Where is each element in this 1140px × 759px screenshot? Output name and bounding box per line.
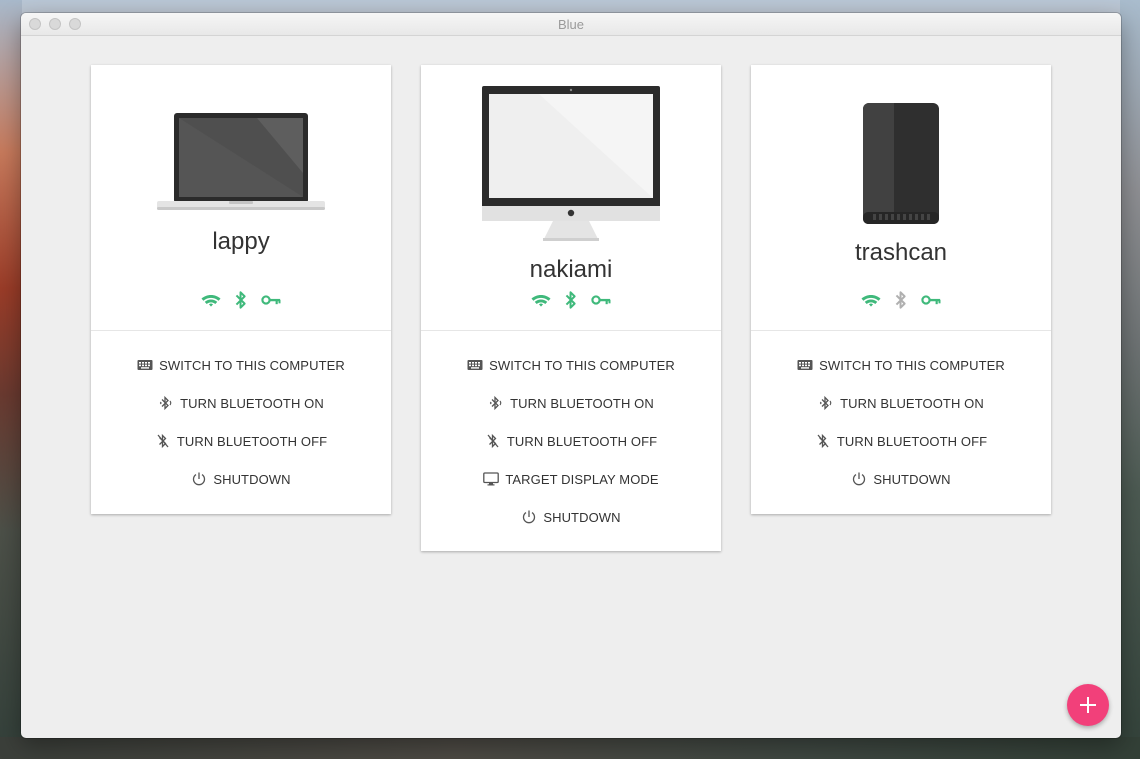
bluetooth-icon — [891, 290, 911, 310]
action-list: SWITCH TO THIS COMPUTER TURN BLUETOOTH O… — [751, 346, 1051, 498]
keyboard-icon — [467, 357, 483, 373]
shutdown-button[interactable]: SHUTDOWN — [421, 498, 721, 536]
action-label: SWITCH TO THIS COMPUTER — [159, 357, 345, 373]
add-computer-button[interactable] — [1067, 684, 1109, 726]
action-label: SWITCH TO THIS COMPUTER — [489, 357, 675, 373]
desktop-wallpaper-bottom — [0, 737, 1140, 759]
key-icon — [921, 290, 941, 310]
action-list: SWITCH TO THIS COMPUTER TURN BLUETOOTH O… — [421, 346, 721, 536]
action-label: TARGET DISPLAY MODE — [505, 471, 659, 487]
bluetooth-off-button[interactable]: TURN BLUETOOTH OFF — [91, 422, 391, 460]
switch-computer-button[interactable]: SWITCH TO THIS COMPUTER — [421, 346, 721, 384]
status-icons — [421, 290, 721, 310]
key-icon — [591, 290, 611, 310]
shutdown-button[interactable]: SHUTDOWN — [91, 460, 391, 498]
power-icon — [521, 509, 537, 525]
card-divider — [751, 330, 1051, 331]
bluetooth-off-icon — [155, 433, 171, 449]
keyboard-icon — [137, 357, 153, 373]
switch-computer-button[interactable]: SWITCH TO THIS COMPUTER — [91, 346, 391, 384]
action-label: TURN BLUETOOTH ON — [180, 395, 324, 411]
bluetooth-on-button[interactable]: TURN BLUETOOTH ON — [91, 384, 391, 422]
bluetooth-off-button[interactable]: TURN BLUETOOTH OFF — [421, 422, 721, 460]
device-name: nakiami — [529, 256, 613, 283]
card-divider — [421, 330, 721, 331]
action-label: TURN BLUETOOTH OFF — [836, 433, 988, 449]
status-icons — [91, 290, 391, 310]
monitor-icon — [483, 471, 500, 487]
bluetooth-on-icon — [158, 395, 174, 411]
desktop-wallpaper-right — [1120, 0, 1140, 759]
wifi-icon — [201, 290, 221, 310]
action-label: SHUTDOWN — [543, 509, 621, 525]
action-label: SWITCH TO THIS COMPUTER — [819, 357, 1005, 373]
action-label: SHUTDOWN — [873, 471, 951, 487]
device-name: lappy — [212, 228, 270, 255]
action-label: TURN BLUETOOTH ON — [510, 395, 654, 411]
status-icons — [751, 290, 1051, 310]
key-icon — [261, 290, 281, 310]
bluetooth-on-icon — [818, 395, 834, 411]
bluetooth-on-button[interactable]: TURN BLUETOOTH ON — [751, 384, 1051, 422]
window-title: Blue — [557, 17, 585, 32]
bluetooth-off-icon — [815, 433, 831, 449]
plus-icon — [1080, 697, 1096, 713]
shutdown-button[interactable]: SHUTDOWN — [751, 460, 1051, 498]
device-card-nakiami: nakiami SWITCH TO THIS COMPUTER TURN BLU… — [421, 65, 721, 551]
switch-computer-button[interactable]: SWITCH TO THIS COMPUTER — [751, 346, 1051, 384]
bluetooth-on-button[interactable]: TURN BLUETOOTH ON — [421, 384, 721, 422]
bluetooth-off-icon — [485, 433, 501, 449]
keyboard-icon — [797, 357, 813, 373]
title-bar: Blue — [21, 13, 1121, 36]
action-label: TURN BLUETOOTH OFF — [176, 433, 328, 449]
action-label: SHUTDOWN — [213, 471, 291, 487]
action-label: TURN BLUETOOTH OFF — [506, 433, 658, 449]
target-display-mode-button[interactable]: TARGET DISPLAY MODE — [421, 460, 721, 498]
bluetooth-on-icon — [488, 395, 504, 411]
bluetooth-icon — [231, 290, 251, 310]
device-name: trashcan — [854, 239, 948, 266]
wifi-icon — [531, 290, 551, 310]
device-card-trashcan: trashcan SWITCH TO THIS COMPUTER TURN BL… — [751, 65, 1051, 514]
app-window: Blue lappy SWITCH TO THIS COMPUTER TURN … — [21, 13, 1121, 738]
imac-icon — [482, 86, 660, 241]
bluetooth-icon — [561, 290, 581, 310]
mac-pro-icon — [863, 103, 939, 224]
device-card-lappy: lappy SWITCH TO THIS COMPUTER TURN BLUET… — [91, 65, 391, 514]
bluetooth-off-button[interactable]: TURN BLUETOOTH OFF — [751, 422, 1051, 460]
action-list: SWITCH TO THIS COMPUTER TURN BLUETOOTH O… — [91, 346, 391, 498]
power-icon — [851, 471, 867, 487]
laptop-icon — [157, 113, 325, 210]
power-icon — [191, 471, 207, 487]
action-label: TURN BLUETOOTH ON — [840, 395, 984, 411]
desktop-wallpaper-left — [0, 0, 22, 759]
card-divider — [91, 330, 391, 331]
wifi-icon — [861, 290, 881, 310]
